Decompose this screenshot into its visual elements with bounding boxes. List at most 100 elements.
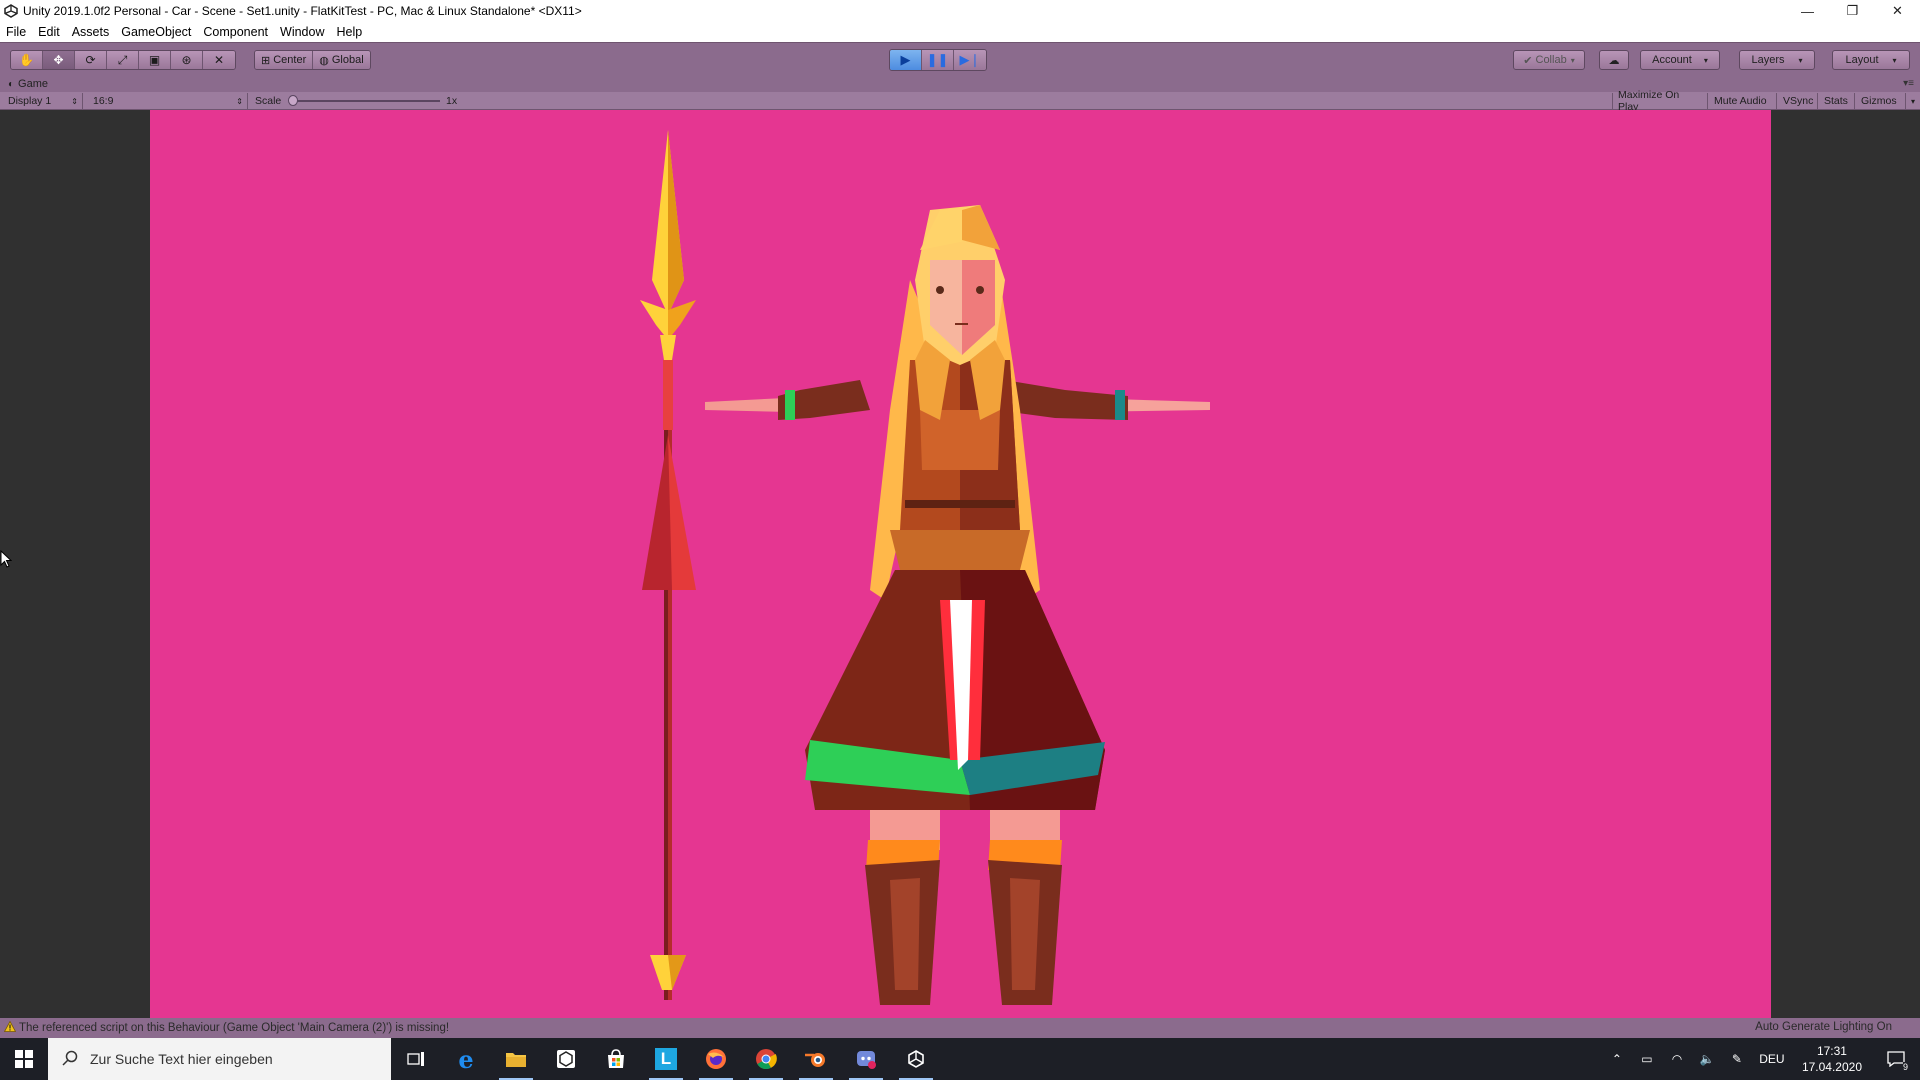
game-render[interactable]	[150, 110, 1771, 1018]
status-message: The referenced script on this Behaviour …	[19, 1022, 450, 1034]
window-title: Unity 2019.1.0f2 Personal - Car - Scene …	[23, 4, 582, 18]
pivot-controls: ⊞ Center ◍ Global	[254, 50, 371, 70]
search-icon	[62, 1050, 78, 1069]
game-viewport[interactable]	[0, 110, 1920, 1018]
task-view-icon[interactable]	[391, 1038, 441, 1080]
tab-game[interactable]: ◐ Game	[8, 78, 48, 90]
volume-icon[interactable]: 🔈	[1692, 1038, 1722, 1080]
clock-date: 17.04.2020	[1801, 1060, 1862, 1074]
battery-icon[interactable]: ▭	[1632, 1038, 1662, 1080]
windows-start-icon[interactable]	[0, 1038, 48, 1080]
clock-time: 17:31	[1816, 1044, 1847, 1058]
system-tray: ⌃ ▭ ◠ 🔈 ✎ DEU 17:31 17.04.2020 9	[1602, 1038, 1920, 1080]
collab-button[interactable]: ✔ Collab ▾	[1513, 50, 1585, 70]
store-icon[interactable]	[591, 1038, 641, 1080]
firefox-icon[interactable]	[691, 1038, 741, 1080]
language-indicator[interactable]: DEU	[1752, 1038, 1792, 1080]
warning-icon	[3, 1020, 17, 1035]
menu-help[interactable]: Help	[330, 25, 368, 39]
cloud-button[interactable]: ☁	[1599, 50, 1629, 70]
vsync-toggle[interactable]: VSync	[1778, 93, 1818, 109]
layers-dropdown[interactable]: Layers ▾	[1739, 50, 1815, 70]
game-controller-icon: ◐	[8, 78, 15, 90]
aspect-label: 16:9	[93, 95, 114, 107]
play-button-icon[interactable]: ▶	[890, 50, 922, 70]
dropdown-arrow-icon: ▾	[1570, 55, 1575, 65]
play-controls: ▶ ❚❚ ▶❘	[889, 49, 987, 71]
blender-icon[interactable]	[791, 1038, 841, 1080]
account-dropdown[interactable]: Account ▾	[1640, 50, 1720, 70]
display-dropdown[interactable]: Display 1 ⇕	[3, 93, 83, 109]
file-explorer-icon[interactable]	[491, 1038, 541, 1080]
scale-slider-track[interactable]	[292, 100, 440, 102]
edge-browser-icon[interactable]: e	[441, 1038, 491, 1080]
gizmos-label: Gizmos	[1861, 95, 1897, 107]
menu-gameobject[interactable]: GameObject	[115, 25, 197, 39]
scale-value: 1x	[446, 95, 458, 107]
updown-arrow-icon: ⇕	[236, 96, 243, 106]
menu-assets[interactable]: Assets	[66, 25, 116, 39]
window-titlebar: Unity 2019.1.0f2 Personal - Car - Scene …	[0, 0, 1920, 22]
rect-tool-icon[interactable]: ▣	[139, 51, 171, 69]
pivot-mode-label: Center	[273, 54, 307, 66]
tab-menu-icon[interactable]: ▾≡	[1903, 78, 1914, 89]
layers-label: Layers	[1751, 54, 1785, 66]
minimize-button[interactable]: —	[1785, 0, 1830, 22]
unity-logo-icon	[3, 3, 19, 19]
transform-tool-icon[interactable]: ⊛	[171, 51, 203, 69]
main-toolbar: ✋ ✥ ⟳ ⤢ ▣ ⊛ ✕ ⊞ Center ◍ Global ▶ ❚❚ ▶❘ ✔ C…	[0, 42, 1920, 76]
cloud-icon: ☁	[1608, 54, 1620, 67]
menu-edit[interactable]: Edit	[32, 25, 66, 39]
notification-center-icon[interactable]: 9	[1872, 1038, 1920, 1080]
chrome-icon[interactable]	[741, 1038, 791, 1080]
character-render	[640, 130, 1210, 1005]
taskbar-search-box[interactable]: Zur Suche Text hier eingeben	[48, 1038, 391, 1080]
pivot-mode-button[interactable]: ⊞ Center	[255, 51, 314, 69]
dropdown-arrow-icon: ▾	[1703, 55, 1708, 65]
game-view-toolbar: Display 1 ⇕ 16:9 ⇕ Scale 1x Maximize On Pl…	[0, 89, 1920, 113]
unity-editor-icon[interactable]	[891, 1038, 941, 1080]
layout-dropdown[interactable]: Layout ▾	[1832, 50, 1910, 70]
gizmos-toggle[interactable]: Gizmos	[1856, 93, 1906, 109]
discord-icon[interactable]	[841, 1038, 891, 1080]
display-label: Display 1	[8, 95, 52, 107]
hand-tool-icon[interactable]: ✋	[11, 51, 43, 69]
transform-tools: ✋ ✥ ⟳ ⤢ ▣ ⊛ ✕	[10, 50, 236, 70]
scale-label: Scale	[255, 95, 282, 107]
console-status-bar[interactable]: The referenced script on this Behaviour …	[0, 1018, 1920, 1038]
collab-label: Collab	[1535, 54, 1567, 66]
libre-app-icon[interactable]: L	[641, 1038, 691, 1080]
maximize-button[interactable]: ❐	[1830, 0, 1875, 22]
dropdown-arrow-icon: ▾	[1892, 55, 1897, 65]
spear-image	[640, 130, 696, 1000]
pivot-rotation-button[interactable]: ◍ Global	[313, 51, 370, 69]
skirt-image	[805, 570, 1105, 810]
close-button[interactable]: ✕	[1875, 0, 1920, 22]
chevron-up-icon[interactable]: ⌃	[1602, 1038, 1632, 1080]
mute-audio-toggle[interactable]: Mute Audio	[1709, 93, 1777, 109]
move-tool-icon[interactable]: ✥	[43, 51, 75, 69]
unity-hub-icon[interactable]	[541, 1038, 591, 1080]
pen-icon[interactable]: ✎	[1722, 1038, 1752, 1080]
system-clock[interactable]: 17:31 17.04.2020	[1802, 1043, 1862, 1075]
scale-slider-thumb[interactable]	[288, 95, 298, 106]
torso-image	[890, 360, 1030, 570]
boots-image	[865, 810, 1062, 1005]
menu-component[interactable]: Component	[197, 25, 274, 39]
stats-toggle[interactable]: Stats	[1819, 93, 1855, 109]
search-placeholder: Zur Suche Text hier eingeben	[90, 1051, 273, 1067]
custom-tool-icon[interactable]: ✕	[203, 51, 235, 69]
rotate-tool-icon[interactable]: ⟳	[75, 51, 107, 69]
gizmos-dropdown-arrow-icon[interactable]: ▾	[1906, 93, 1920, 109]
menu-window[interactable]: Window	[274, 25, 330, 39]
aspect-dropdown[interactable]: 16:9 ⇕	[88, 93, 248, 109]
game-tab-label: Game	[18, 78, 49, 90]
maximize-on-play-toggle[interactable]: Maximize On Play	[1612, 89, 1708, 113]
pause-button-icon[interactable]: ❚❚	[922, 50, 954, 70]
scale-tool-icon[interactable]: ⤢	[107, 51, 139, 69]
step-button-icon[interactable]: ▶❘	[954, 50, 986, 70]
pivot-rotation-label: Global	[331, 54, 364, 66]
wifi-icon[interactable]: ◠	[1662, 1038, 1692, 1080]
menu-file[interactable]: File	[0, 25, 32, 39]
globe-icon: ◍	[319, 54, 329, 67]
